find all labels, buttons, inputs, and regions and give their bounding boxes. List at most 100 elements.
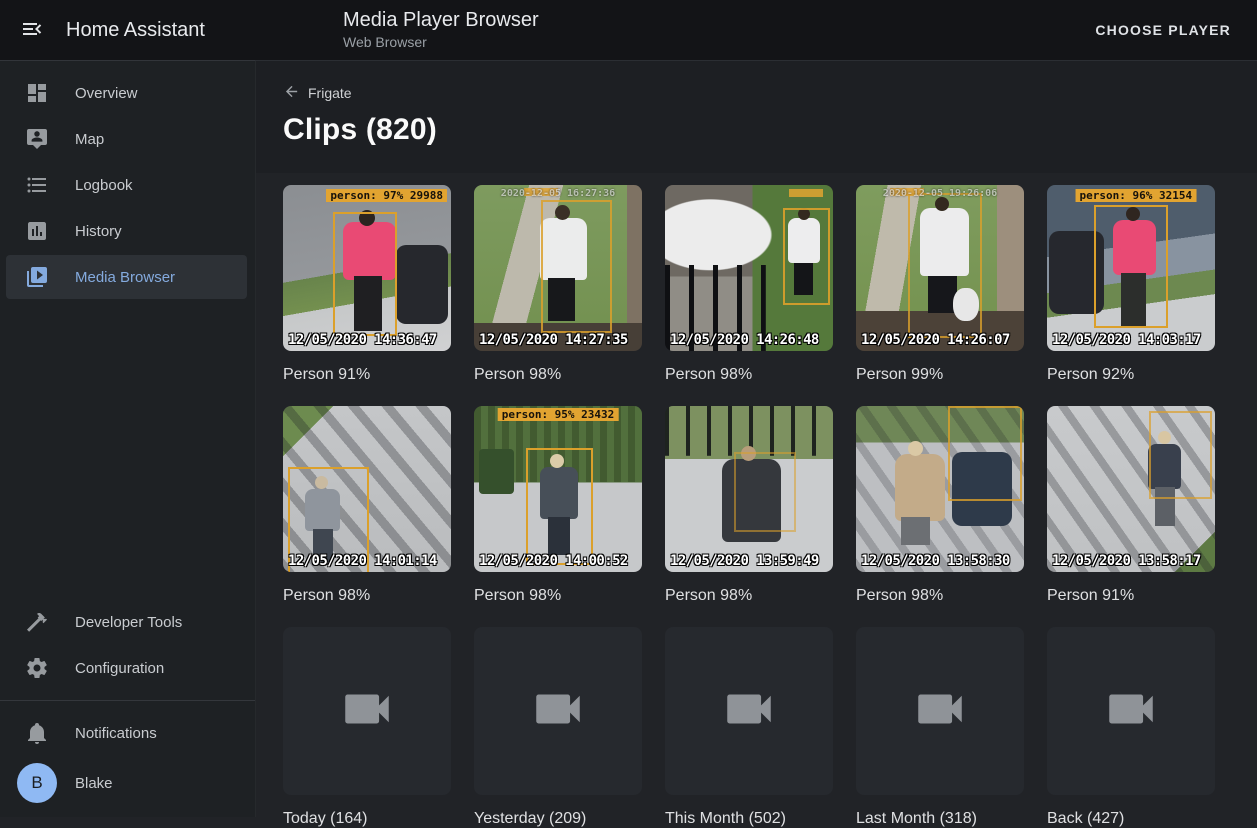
clip-thumbnail: person: 95% 23432 12/05/2020 14:00:52: [474, 406, 642, 572]
clip-tile[interactable]: 12/05/2020 13:58:17 Person 91%: [1047, 406, 1215, 627]
gear-icon: [25, 656, 49, 680]
topbar-left: Home Assistant: [0, 16, 256, 44]
video-camera-icon: [338, 680, 396, 743]
sidebar-item-label: Notifications: [75, 725, 157, 742]
clip-caption: Person 98%: [474, 365, 642, 384]
timestamp-overlay: 12/05/2020 13:58:30: [861, 554, 1010, 568]
detection-label: person: 95% 23432: [498, 408, 619, 421]
choose-player-button[interactable]: CHOOSE PLAYER: [1089, 0, 1237, 60]
clip-thumbnail: 12/05/2020 13:59:49: [665, 406, 833, 572]
sidebar-item-user[interactable]: B Blake: [6, 757, 247, 809]
camera-osd-text: 2020-12-05 16:27:36: [501, 188, 615, 199]
clip-caption: Person 98%: [665, 365, 833, 384]
person-legs-shape: [901, 517, 930, 545]
sidebar-divider: [0, 700, 255, 701]
folder-tile-this-month[interactable]: This Month (502): [665, 627, 833, 828]
clip-caption: Person 92%: [1047, 365, 1215, 384]
menu-toggle-button[interactable]: [18, 16, 46, 44]
clip-tile[interactable]: 12/05/2020 13:59:49 Person 98%: [665, 406, 833, 627]
sidebar-item-map[interactable]: Map: [6, 117, 247, 161]
page-title: Media Player Browser: [343, 8, 539, 32]
clip-tile[interactable]: person: 97% 29988 12/05/2020 14:36:47 Pe…: [283, 185, 451, 406]
person-head-shape: [908, 441, 923, 456]
list-icon: [25, 173, 49, 197]
sidebar-item-label: Media Browser: [75, 269, 175, 286]
timestamp-overlay: 12/05/2020 14:00:52: [479, 554, 628, 568]
detection-box: [948, 406, 1022, 501]
folder-tile-today[interactable]: Today (164): [283, 627, 451, 828]
sidebar-item-media-browser[interactable]: Media Browser: [6, 255, 247, 299]
app-title: Home Assistant: [66, 19, 205, 42]
sidebar-item-notifications[interactable]: Notifications: [6, 711, 247, 755]
page-header: Media Player Browser Web Browser: [343, 8, 539, 51]
sidebar-item-label: History: [75, 223, 122, 240]
sidebar-item-logbook[interactable]: Logbook: [6, 163, 247, 207]
clip-thumbnail: 2020-12-05 16:27:36 12/05/2020 14:27:35: [474, 185, 642, 351]
folder-tile-back[interactable]: Back (427): [1047, 627, 1215, 828]
media-browser-content: Frigate Clips (820) person: 97% 29988 12…: [256, 60, 1257, 817]
sidebar-item-developer-tools[interactable]: Developer Tools: [6, 600, 247, 644]
folder-caption: This Month (502): [665, 809, 833, 828]
arrow-left-icon: [283, 83, 308, 103]
clip-tile[interactable]: 2020-12-05 19:26:06 12/05/2020 14:26:07 …: [856, 185, 1024, 406]
timestamp-overlay: 12/05/2020 14:01:14: [288, 554, 437, 568]
menu-toggle-icon: [20, 17, 44, 44]
video-camera-icon: [529, 680, 587, 743]
folder-caption: Today (164): [283, 809, 451, 828]
breadcrumb[interactable]: Frigate: [283, 83, 352, 103]
sidebar-item-history[interactable]: History: [6, 209, 247, 253]
clip-thumbnail: 12/05/2020 14:01:14: [283, 406, 451, 572]
user-name: Blake: [75, 775, 113, 792]
clip-tile[interactable]: person: 96% 32154 12/05/2020 14:03:17 Pe…: [1047, 185, 1215, 406]
top-app-bar: Home Assistant Media Player Browser Web …: [0, 0, 1257, 60]
person-shape: [895, 454, 945, 520]
timestamp-overlay: 12/05/2020 13:58:17: [1052, 554, 1201, 568]
detection-box: [734, 452, 796, 532]
clip-tile[interactable]: 12/05/2020 14:01:14 Person 98%: [283, 406, 451, 627]
folder-thumbnail: [665, 627, 833, 795]
clip-tile[interactable]: 12/05/2020 14:26:48 Person 98%: [665, 185, 833, 406]
detection-box: [908, 193, 982, 337]
folder-caption: Last Month (318): [856, 809, 1024, 828]
video-camera-icon: [911, 680, 969, 743]
sidebar-bottom: Developer Tools Configuration Notificati…: [0, 590, 255, 817]
sidebar-item-label: Overview: [75, 85, 138, 102]
timestamp-overlay: 12/05/2020 13:59:49: [670, 554, 819, 568]
sidebar-item-label: Logbook: [75, 177, 133, 194]
breadcrumb-label: Frigate: [308, 85, 352, 101]
timestamp-overlay: 12/05/2020 14:27:35: [479, 333, 628, 347]
folder-thumbnail: [283, 627, 451, 795]
clip-tile[interactable]: 12/05/2020 13:58:30 Person 98%: [856, 406, 1024, 627]
sidebar: Overview Map Logbook History Media Brows…: [0, 60, 256, 817]
clip-thumbnail: person: 97% 29988 12/05/2020 14:36:47: [283, 185, 451, 351]
detection-box: [783, 208, 830, 304]
clip-tile[interactable]: person: 95% 23432 12/05/2020 14:00:52 Pe…: [474, 406, 642, 627]
clips-row: person: 97% 29988 12/05/2020 14:36:47 Pe…: [283, 185, 1257, 406]
detection-box: [1149, 411, 1211, 499]
clip-caption: Person 98%: [474, 586, 642, 605]
video-camera-icon: [1102, 680, 1160, 743]
sidebar-item-label: Configuration: [75, 660, 164, 677]
sidebar-item-label: Developer Tools: [75, 614, 182, 631]
planter-shape: [479, 449, 514, 494]
video-camera-icon: [720, 680, 778, 743]
folder-thumbnail: [1047, 627, 1215, 795]
clip-caption: Person 98%: [665, 586, 833, 605]
clip-thumbnail: 2020-12-05 19:26:06 12/05/2020 14:26:07: [856, 185, 1024, 351]
sidebar-item-configuration[interactable]: Configuration: [6, 646, 247, 690]
detection-label: person: 96% 32154: [1076, 189, 1197, 202]
sidebar-item-overview[interactable]: Overview: [6, 71, 247, 115]
clips-row: 12/05/2020 14:01:14 Person 98% person: 9…: [283, 406, 1257, 627]
timestamp-overlay: 12/05/2020 14:03:17: [1052, 333, 1201, 347]
folder-tile-last-month[interactable]: Last Month (318): [856, 627, 1024, 828]
camera-osd-text: 2020-12-05 19:26:06: [883, 188, 997, 199]
clips-grid: person: 97% 29988 12/05/2020 14:36:47 Pe…: [256, 173, 1257, 828]
folder-thumbnail: [474, 627, 642, 795]
folder-tile-yesterday[interactable]: Yesterday (209): [474, 627, 642, 828]
sidebar-item-label: Map: [75, 131, 104, 148]
content-header: Frigate Clips (820): [256, 61, 1257, 173]
detection-box: [1094, 205, 1168, 328]
timestamp-overlay: 12/05/2020 14:26:07: [861, 333, 1010, 347]
timestamp-overlay: 12/05/2020 14:36:47: [288, 333, 437, 347]
clip-tile[interactable]: 2020-12-05 16:27:36 12/05/2020 14:27:35 …: [474, 185, 642, 406]
